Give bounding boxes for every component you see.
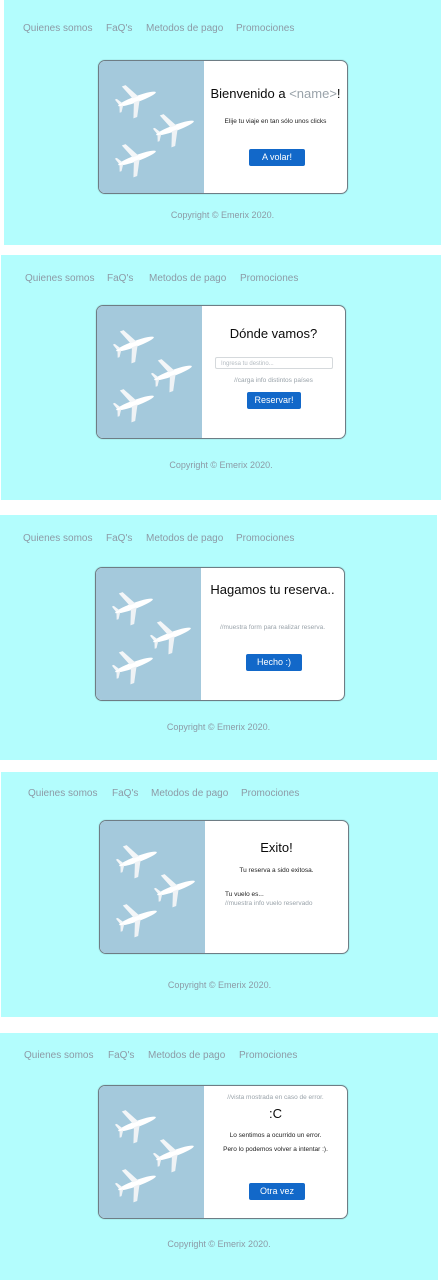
nav-quienes-somos[interactable]: Quienes somos (24, 1050, 93, 1061)
airplanes-image (99, 1086, 204, 1218)
flight-label: Tu vuelo es... (225, 891, 264, 898)
success-message: Tu reserva a sido exitosa. (239, 867, 314, 874)
copyright: Copyright © Emerix 2020. (167, 980, 272, 990)
nav-faqs[interactable]: FaQ's (106, 23, 132, 34)
reservation-card: Hagamos tu reserva.. //muestra form para… (95, 567, 345, 701)
reservation-note: //muestra form para realizar reserva. (219, 624, 326, 631)
airplanes-image (99, 61, 204, 193)
destination-content: Dónde vamos? Ingresa tu destino... //car… (202, 306, 345, 438)
otra-vez-button[interactable]: Otra vez (249, 1183, 305, 1200)
top-nav: Quienes somos FaQ's Metodos de pago Prom… (0, 1033, 438, 1063)
airplanes-image (96, 568, 201, 700)
copyright: Copyright © Emerix 2020. (169, 460, 273, 470)
airplanes-image (97, 306, 202, 438)
nav-faqs[interactable]: FaQ's (108, 1050, 134, 1061)
welcome-content: Bienvenido a <name>! Elije tu viaje en t… (204, 61, 347, 193)
screen-destination: Quienes somos FaQ's Metodos de pago Prom… (1, 255, 441, 500)
top-nav: Quienes somos FaQ's Metodos de pago Prom… (1, 255, 441, 285)
screen-reservation: Quienes somos FaQ's Metodos de pago Prom… (0, 515, 437, 760)
nav-promociones[interactable]: Promociones (241, 788, 299, 799)
flight-note: //muestra info vuelo reservado (225, 900, 313, 907)
airplanes-image (100, 821, 205, 953)
destination-title: Dónde vamos? (229, 326, 318, 341)
nav-metodos-pago[interactable]: Metodos de pago (149, 273, 226, 284)
nav-quienes-somos[interactable]: Quienes somos (25, 273, 94, 284)
error-line-2: Pero lo podemos volver a intentar :). (223, 1146, 328, 1153)
success-card: Exito! Tu reserva a sido exitosa. Tu vue… (99, 820, 349, 954)
a-volar-button[interactable]: A volar! (249, 149, 305, 166)
nav-promociones[interactable]: Promociones (239, 1050, 297, 1061)
copyright: Copyright © Emerix 2020. (166, 722, 271, 732)
success-content: Exito! Tu reserva a sido exitosa. Tu vue… (205, 821, 348, 953)
nav-metodos-pago[interactable]: Metodos de pago (151, 788, 228, 799)
hecho-button[interactable]: Hecho :) (246, 654, 302, 671)
nav-quienes-somos[interactable]: Quienes somos (23, 23, 92, 34)
top-nav: Quienes somos FaQ's Metodos de pago Prom… (1, 772, 438, 802)
error-face: :C (269, 1106, 282, 1121)
copyright: Copyright © Emerix 2020. (170, 210, 275, 220)
nav-metodos-pago[interactable]: Metodos de pago (146, 533, 223, 544)
nav-promociones[interactable]: Promociones (236, 533, 294, 544)
destination-card: Dónde vamos? Ingresa tu destino... //car… (96, 305, 346, 439)
welcome-subtitle: Elije tu viaje en tan sólo unos clicks (224, 118, 327, 125)
nav-promociones[interactable]: Promociones (240, 273, 298, 284)
copyright: Copyright © Emerix 2020. (167, 1239, 271, 1249)
top-nav: Quienes somos FaQ's Metodos de pago Prom… (0, 515, 437, 545)
screen-success: Quienes somos FaQ's Metodos de pago Prom… (1, 772, 438, 1017)
nav-promociones[interactable]: Promociones (236, 23, 294, 34)
nav-quienes-somos[interactable]: Quienes somos (23, 533, 92, 544)
error-content: //vista mostrada en caso de error. :C Lo… (204, 1086, 347, 1218)
nav-faqs[interactable]: FaQ's (107, 273, 133, 284)
nav-faqs[interactable]: FaQ's (106, 533, 132, 544)
top-nav: Quienes somos FaQ's Metodos de pago Prom… (4, 0, 441, 34)
reservation-content: Hagamos tu reserva.. //muestra form para… (201, 568, 344, 700)
error-note: //vista mostrada en caso de error. (227, 1094, 324, 1101)
error-card: //vista mostrada en caso de error. :C Lo… (98, 1085, 348, 1219)
destination-input[interactable]: Ingresa tu destino... (215, 357, 333, 369)
title-prefix: Bienvenido a (210, 86, 290, 101)
reservar-button[interactable]: Reservar! (247, 392, 301, 409)
nav-faqs[interactable]: FaQ's (112, 788, 138, 799)
screen-error: Quienes somos FaQ's Metodos de pago Prom… (0, 1033, 438, 1280)
destination-note: //carga info distintos países (234, 377, 313, 384)
welcome-title: Bienvenido a <name>! (204, 86, 347, 101)
nav-metodos-pago[interactable]: Metodos de pago (146, 23, 223, 34)
success-title: Exito! (260, 840, 293, 855)
welcome-card: Bienvenido a <name>! Elije tu viaje en t… (98, 60, 348, 194)
nav-metodos-pago[interactable]: Metodos de pago (148, 1050, 225, 1061)
screen-welcome: Quienes somos FaQ's Metodos de pago Prom… (4, 0, 441, 245)
name-placeholder: <name> (289, 86, 337, 101)
reservation-title: Hagamos tu reserva.. (210, 582, 335, 597)
title-suffix: ! (336, 86, 341, 101)
error-line-1: Lo sentimos a ocurrido un error. (229, 1132, 322, 1139)
nav-quienes-somos[interactable]: Quienes somos (28, 788, 97, 799)
